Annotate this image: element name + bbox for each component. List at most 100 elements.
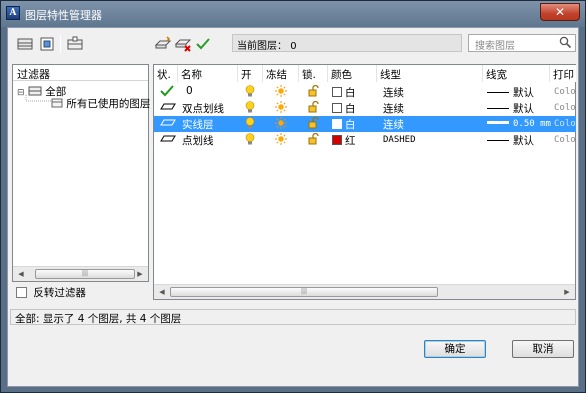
- layer-lineweight-cell[interactable]: 0.50 mm: [487, 117, 551, 129]
- layer-row[interactable]: 实线层 白 连续 0.50 mm Colo: [154, 116, 576, 132]
- sun-thawed-icon[interactable]: [275, 133, 287, 148]
- layer-list-horizontal-scrollbar[interactable]: ◀ ||| ▶: [154, 284, 575, 299]
- layer-name[interactable]: 0: [186, 85, 193, 97]
- ok-button[interactable]: 确定: [424, 340, 486, 358]
- filter-item-label: 所有已使用的图层: [66, 98, 151, 110]
- invert-filter-checkbox[interactable]: 反转过滤器: [16, 285, 86, 300]
- layer-list-panel: 状. 名称 开 冻结 锁. 颜色 线型 线宽 打印 0 白 连续 默认 Colo…: [153, 64, 576, 300]
- column-linetype[interactable]: 线型: [377, 65, 483, 82]
- scroll-thumb[interactable]: |||: [35, 269, 135, 279]
- column-freeze[interactable]: 冻结: [263, 65, 299, 82]
- current-layer-display: 当前图层： 0: [232, 34, 462, 52]
- scroll-left-arrow[interactable]: ◀: [14, 268, 28, 280]
- cancel-button[interactable]: 取消: [512, 340, 574, 358]
- status-bar: 全部: 显示了 4 个图层, 共 4 个图层: [10, 309, 576, 325]
- unlocked-padlock-icon[interactable]: [308, 101, 319, 116]
- new-layer-icon[interactable]: [154, 36, 172, 52]
- scroll-thumb[interactable]: |||: [170, 287, 438, 297]
- checkbox-box[interactable]: [16, 287, 27, 298]
- layer-status-cell[interactable]: [160, 101, 176, 114]
- layer-linetype[interactable]: DASHED: [383, 135, 416, 145]
- filter-tree-panel: 过滤器 ⊟ 全部 所有已使用的图层 ◀ ||| ▶: [12, 64, 150, 282]
- layer-lineweight-cell[interactable]: 默认: [487, 133, 534, 148]
- close-button[interactable]: ✕: [540, 3, 580, 21]
- sun-thawed-icon[interactable]: [275, 117, 287, 132]
- column-color[interactable]: 颜色: [328, 65, 377, 82]
- lineweight-sample: [487, 92, 509, 93]
- layer-properties-manager-window: A 图层特性管理器 ✕ 当前图层： 0 搜索图层 过滤器 ⊟ 全部 所有已使用的…: [0, 0, 586, 393]
- layer-status-cell[interactable]: [160, 117, 176, 130]
- color-swatch: [332, 103, 342, 113]
- lightbulb-on-icon[interactable]: [245, 133, 255, 149]
- sun-thawed-icon[interactable]: [275, 85, 287, 100]
- layer-lineweight-cell[interactable]: 默认: [487, 101, 534, 116]
- filter-item-used-layers[interactable]: 所有已使用的图层: [51, 96, 150, 111]
- unlocked-padlock-icon[interactable]: [308, 85, 319, 100]
- title-bar[interactable]: A 图层特性管理器 ✕: [1, 1, 585, 27]
- layer-plot-style[interactable]: Colo: [554, 119, 576, 129]
- layer-linetype[interactable]: 连续: [383, 117, 404, 132]
- set-current-icon[interactable]: [194, 36, 212, 52]
- layer-linetype[interactable]: 连续: [383, 101, 404, 116]
- search-icon: [559, 36, 572, 49]
- lightbulb-on-icon[interactable]: [245, 117, 255, 133]
- delete-layer-icon[interactable]: [174, 36, 192, 52]
- scroll-right-arrow[interactable]: ▶: [133, 268, 147, 280]
- scroll-right-arrow[interactable]: ▶: [560, 286, 574, 298]
- toolbar-separator: [60, 35, 61, 53]
- dialog-body: 当前图层： 0 搜索图层 过滤器 ⊟ 全部 所有已使用的图层 ◀ ||| ▶ 反…: [7, 27, 579, 387]
- lightbulb-on-icon[interactable]: [245, 85, 255, 101]
- color-swatch: [332, 119, 342, 129]
- column-status[interactable]: 状.: [154, 65, 178, 82]
- layer-states-manager-icon[interactable]: [66, 36, 84, 52]
- layer-row[interactable]: 0 白 连续 默认 Colo: [154, 84, 576, 100]
- app-icon: A: [6, 6, 20, 20]
- new-property-filter-icon[interactable]: [16, 36, 34, 52]
- column-lineweight[interactable]: 线宽: [483, 65, 550, 82]
- search-input[interactable]: 搜索图层: [468, 34, 576, 52]
- lineweight-value: 0.50 mm: [513, 119, 551, 129]
- current-layer-value: 0: [290, 41, 297, 52]
- lineweight-value: 默认: [513, 103, 534, 115]
- filter-horizontal-scrollbar[interactable]: ◀ ||| ▶: [13, 266, 148, 281]
- layer-status-cell[interactable]: [160, 133, 176, 146]
- lineweight-sample: [487, 121, 509, 124]
- lightbulb-on-icon[interactable]: [245, 101, 255, 117]
- column-lock[interactable]: 锁.: [299, 65, 328, 82]
- layer-plot-style[interactable]: Colo: [554, 87, 576, 97]
- layer-color-cell[interactable]: 红: [332, 133, 356, 148]
- layer-plot-style[interactable]: Colo: [554, 103, 576, 113]
- layer-icon[interactable]: [160, 133, 176, 143]
- column-name[interactable]: 名称: [178, 65, 238, 82]
- color-name: 白: [345, 119, 356, 131]
- sun-thawed-icon[interactable]: [275, 101, 287, 116]
- new-group-filter-icon[interactable]: [38, 36, 56, 52]
- layer-icon[interactable]: [160, 101, 176, 111]
- layer-row[interactable]: 双点划线 白 连续 默认 Colo: [154, 100, 576, 116]
- layer-color-cell[interactable]: 白: [332, 101, 356, 116]
- layer-name[interactable]: 实线层: [182, 117, 214, 132]
- layer-name[interactable]: 点划线: [182, 133, 214, 148]
- filter-icon: [51, 98, 63, 108]
- unlocked-padlock-icon[interactable]: [308, 117, 319, 132]
- scroll-left-arrow[interactable]: ◀: [155, 286, 169, 298]
- current-layer-check-icon[interactable]: [160, 85, 174, 97]
- window-title: 图层特性管理器: [25, 9, 102, 22]
- layer-color-cell[interactable]: 白: [332, 117, 356, 132]
- current-layer-label: 当前图层：: [237, 41, 287, 52]
- layer-linetype[interactable]: 连续: [383, 85, 404, 100]
- layer-row[interactable]: 点划线 红 DASHED 默认 Colo: [154, 132, 576, 148]
- layer-status-cell[interactable]: [160, 85, 174, 100]
- lineweight-sample: [487, 108, 509, 109]
- layer-color-cell[interactable]: 白: [332, 85, 356, 100]
- tree-collapse-icon[interactable]: ⊟: [17, 88, 25, 98]
- unlocked-padlock-icon[interactable]: [308, 133, 319, 148]
- layer-name[interactable]: 双点划线: [182, 101, 224, 116]
- column-plot[interactable]: 打印: [550, 65, 576, 82]
- layer-plot-style[interactable]: Colo: [554, 135, 576, 145]
- layer-icon[interactable]: [160, 117, 176, 127]
- color-swatch: [332, 87, 342, 97]
- color-name: 红: [345, 135, 356, 147]
- column-on[interactable]: 开: [238, 65, 263, 82]
- layer-lineweight-cell[interactable]: 默认: [487, 85, 534, 100]
